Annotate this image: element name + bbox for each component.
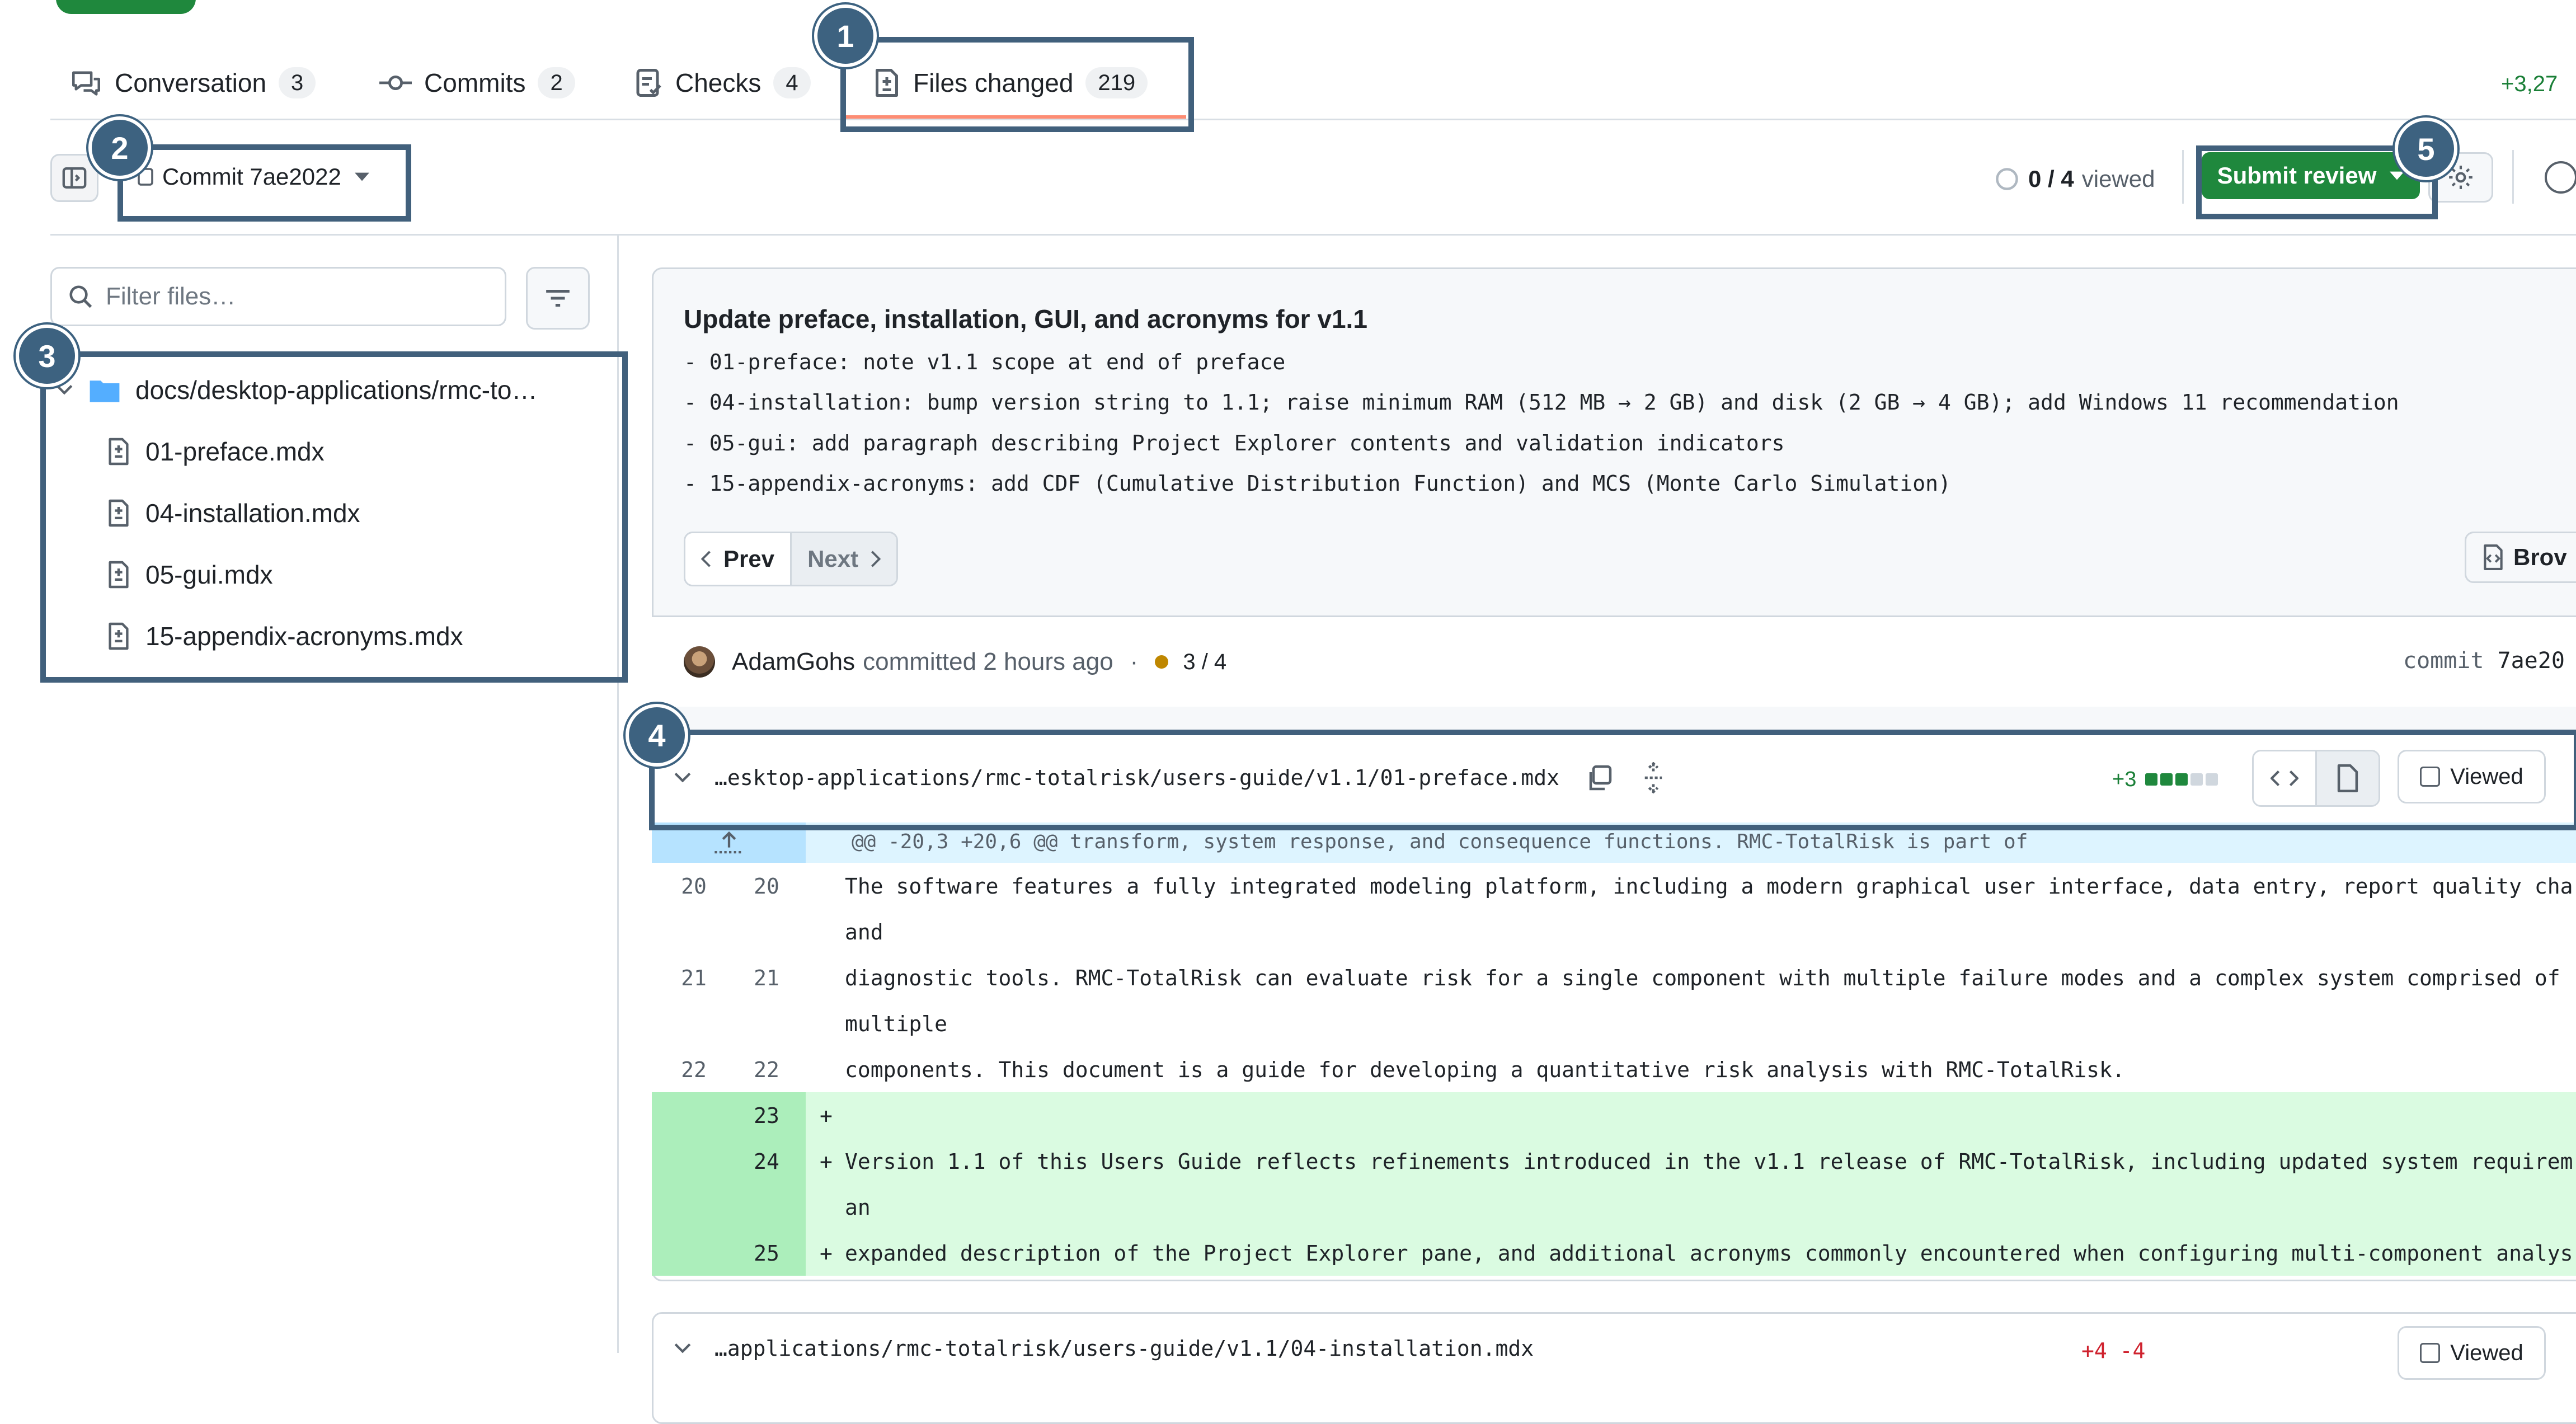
next-label: Next: [807, 546, 859, 572]
viewed-label: Viewed: [2450, 1340, 2523, 1365]
git-commit-icon: [379, 72, 412, 94]
callout-badge: 4: [626, 704, 688, 767]
line-number-gutter: [652, 1184, 806, 1230]
progress-circle-icon: [1995, 167, 2019, 191]
tab-commits[interactable]: Commits 2: [379, 66, 575, 100]
diff-code: diagnostic tools. RMC-TotalRisk can eval…: [845, 966, 2560, 990]
status-pill: [56, 0, 196, 14]
line-number-gutter: [652, 1000, 806, 1046]
diff-code: The software features a fully integrated…: [845, 874, 2573, 899]
commit-body-line: - 04-installation: bump version string t…: [684, 390, 2399, 415]
diff-sign: +: [820, 1241, 833, 1266]
commit-body-line: - 15-appendix-acronyms: add CDF (Cumulat…: [684, 471, 1951, 496]
tab-checks[interactable]: Checks 4: [635, 66, 811, 100]
commit-title: Update preface, installation, GUI, and a…: [684, 304, 1367, 333]
prev-label: Prev: [723, 546, 775, 572]
new-line-number[interactable]: 21: [739, 966, 795, 990]
browse-files-button[interactable]: Brov: [2465, 532, 2576, 583]
diff-sign: +: [820, 1103, 833, 1128]
toolbar-bottom-divider: [50, 234, 2576, 236]
chevron-left-icon: [701, 551, 711, 567]
file-path[interactable]: …applications/rmc-totalrisk/users-guide/…: [714, 1336, 1534, 1361]
callout-badge: 3: [16, 325, 78, 387]
highlight-commit-selector: [117, 144, 411, 222]
chevron-right-icon: [871, 551, 881, 567]
new-line-number[interactable]: 25: [739, 1241, 795, 1266]
line-number-gutter: [652, 909, 806, 955]
commit-sha-label: commit: [2403, 648, 2484, 674]
new-line-number[interactable]: 23: [739, 1103, 795, 1128]
viewed-label: viewed: [2081, 166, 2155, 192]
diff-code: multiple: [845, 1012, 948, 1036]
filter-placeholder: Filter files…: [106, 283, 236, 310]
expand-up-icon: [712, 830, 746, 855]
diff-sign: +: [820, 1149, 833, 1174]
tab-count: 4: [773, 67, 811, 98]
info-icon[interactable]: [2545, 161, 2576, 194]
new-line-number[interactable]: 24: [739, 1149, 795, 1174]
tab-count: 2: [538, 67, 575, 98]
next-file-header: …applications/rmc-totalrisk/users-guide/…: [674, 1336, 1534, 1361]
diff-line-added: [652, 1092, 2576, 1138]
callout-badge: 2: [88, 116, 151, 179]
viewed-progress: 0 / 4 viewed: [1995, 162, 2155, 196]
checkbox-icon: [2420, 1343, 2441, 1363]
highlight-file-header: [649, 730, 2576, 830]
author-link[interactable]: AdamGohs: [732, 648, 855, 676]
old-line-number[interactable]: 22: [666, 1058, 722, 1082]
commit-sha-value[interactable]: 7ae20: [2498, 648, 2565, 674]
prev-next-group: Prev Next: [684, 532, 899, 586]
search-icon: [68, 284, 93, 309]
commit-sha: commit 7ae20: [2403, 648, 2565, 674]
tabs-divider: [50, 119, 2576, 120]
viewed-checkbox-button[interactable]: Viewed: [2398, 1326, 2546, 1380]
hunk-header: @@ -20,3 +20,6 @@ transform, system resp…: [852, 830, 2028, 853]
chevron-down-icon[interactable]: [674, 1343, 691, 1354]
committed-text: committed 2 hours ago: [863, 648, 1113, 675]
callout-badge: 1: [814, 4, 877, 67]
tab-count: 3: [279, 67, 316, 98]
checklist-icon: [635, 67, 663, 98]
diff-code: expanded description of the Project Expl…: [845, 1241, 2573, 1266]
toolbar-divider: [2182, 150, 2184, 204]
tab-label: Checks: [675, 68, 761, 97]
filter-icon: [544, 287, 572, 309]
old-line-number[interactable]: 21: [666, 966, 722, 990]
next-file-stats: +4 -4: [2081, 1338, 2146, 1363]
diff-code: Version 1.1 of this Users Guide reflects…: [845, 1149, 2573, 1174]
toolbar-divider: [2512, 150, 2514, 204]
filter-options-button[interactable]: [526, 267, 590, 330]
new-line-number[interactable]: 20: [739, 874, 795, 899]
new-line-number[interactable]: 22: [739, 1058, 795, 1082]
highlight-file-tree: [40, 351, 628, 683]
diff-line-added: [652, 1184, 2576, 1230]
callout-badge: 5: [2395, 118, 2457, 180]
diff-code: and: [845, 920, 883, 944]
tab-label: Conversation: [115, 68, 267, 97]
avatar[interactable]: [684, 646, 715, 678]
next-file-container: [652, 1312, 2576, 1424]
filter-files-field[interactable]: Filter files…: [50, 267, 506, 326]
viewed-count: 0 / 4: [2028, 166, 2074, 192]
sidebar-expand-icon: [61, 165, 88, 191]
diffstat: +3,27: [2501, 72, 2558, 96]
diff-line-context: [652, 909, 2576, 955]
check-status-dot-icon[interactable]: [1155, 655, 1169, 669]
comment-discussion-icon: [70, 69, 102, 97]
file-code-icon: [2481, 544, 2506, 570]
meta-separator: ·: [1130, 648, 1139, 675]
checks-count[interactable]: 3 / 4: [1183, 650, 1226, 675]
diff-code: components. This document is a guide for…: [845, 1058, 2125, 1082]
commit-body-line: - 05-gui: add paragraph describing Proje…: [684, 431, 1785, 455]
next-button[interactable]: Next: [790, 533, 897, 585]
tab-conversation[interactable]: Conversation 3: [70, 66, 316, 100]
commit-meta: AdamGohs committed 2 hours ago · 3 / 4: [684, 646, 1226, 678]
prev-button[interactable]: Prev: [685, 533, 791, 585]
commit-body-line: - 01-preface: note v1.1 scope at end of …: [684, 350, 1286, 374]
diff-code: an: [845, 1195, 871, 1220]
old-line-number[interactable]: 20: [666, 874, 722, 899]
highlight-files-changed-tab: [840, 37, 1194, 132]
browse-label: Brov: [2513, 544, 2567, 570]
tab-label: Commits: [424, 68, 526, 97]
